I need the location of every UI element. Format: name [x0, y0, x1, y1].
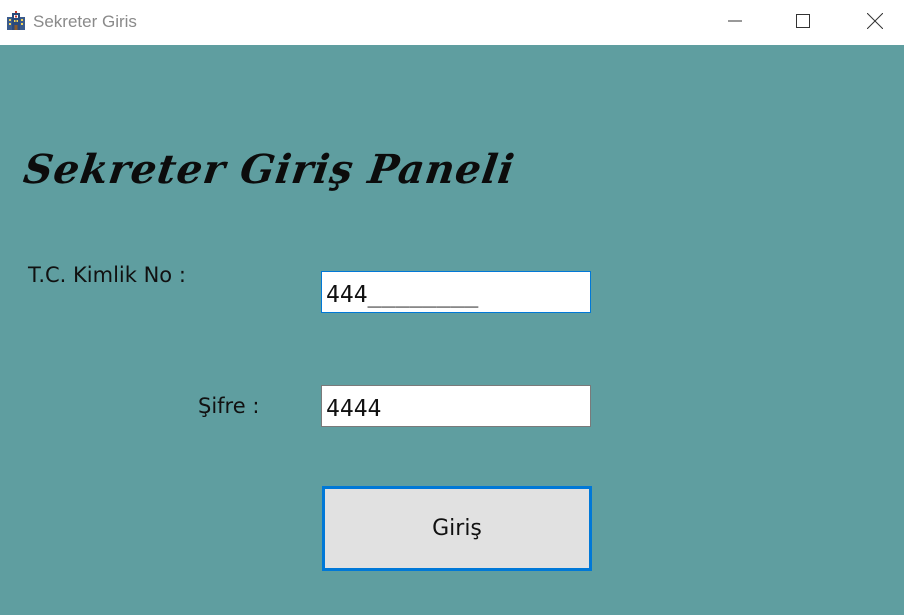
close-button[interactable] — [852, 0, 898, 45]
maximize-button[interactable] — [780, 0, 826, 45]
login-window: Sekreter Giris Sekreter Giriş Paneli T.C… — [0, 0, 904, 615]
login-button[interactable]: Giriş — [322, 486, 592, 571]
tc-kimlik-label: T.C. Kimlik No : — [28, 263, 186, 287]
minimize-icon — [728, 13, 742, 32]
tc-kimlik-input[interactable]: 444________ — [321, 271, 591, 313]
close-icon — [866, 12, 884, 33]
panel-title: Sekreter Giriş Paneli — [20, 146, 518, 193]
minimize-button[interactable] — [712, 0, 758, 45]
title-bar[interactable]: Sekreter Giris — [0, 0, 904, 45]
login-button-label: Giriş — [432, 516, 482, 541]
maximize-icon — [796, 13, 810, 32]
password-input[interactable]: 4444 — [321, 385, 591, 427]
password-label: Şifre : — [198, 394, 260, 418]
window-title: Sekreter Giris — [33, 12, 137, 31]
hospital-building-icon — [6, 11, 26, 31]
